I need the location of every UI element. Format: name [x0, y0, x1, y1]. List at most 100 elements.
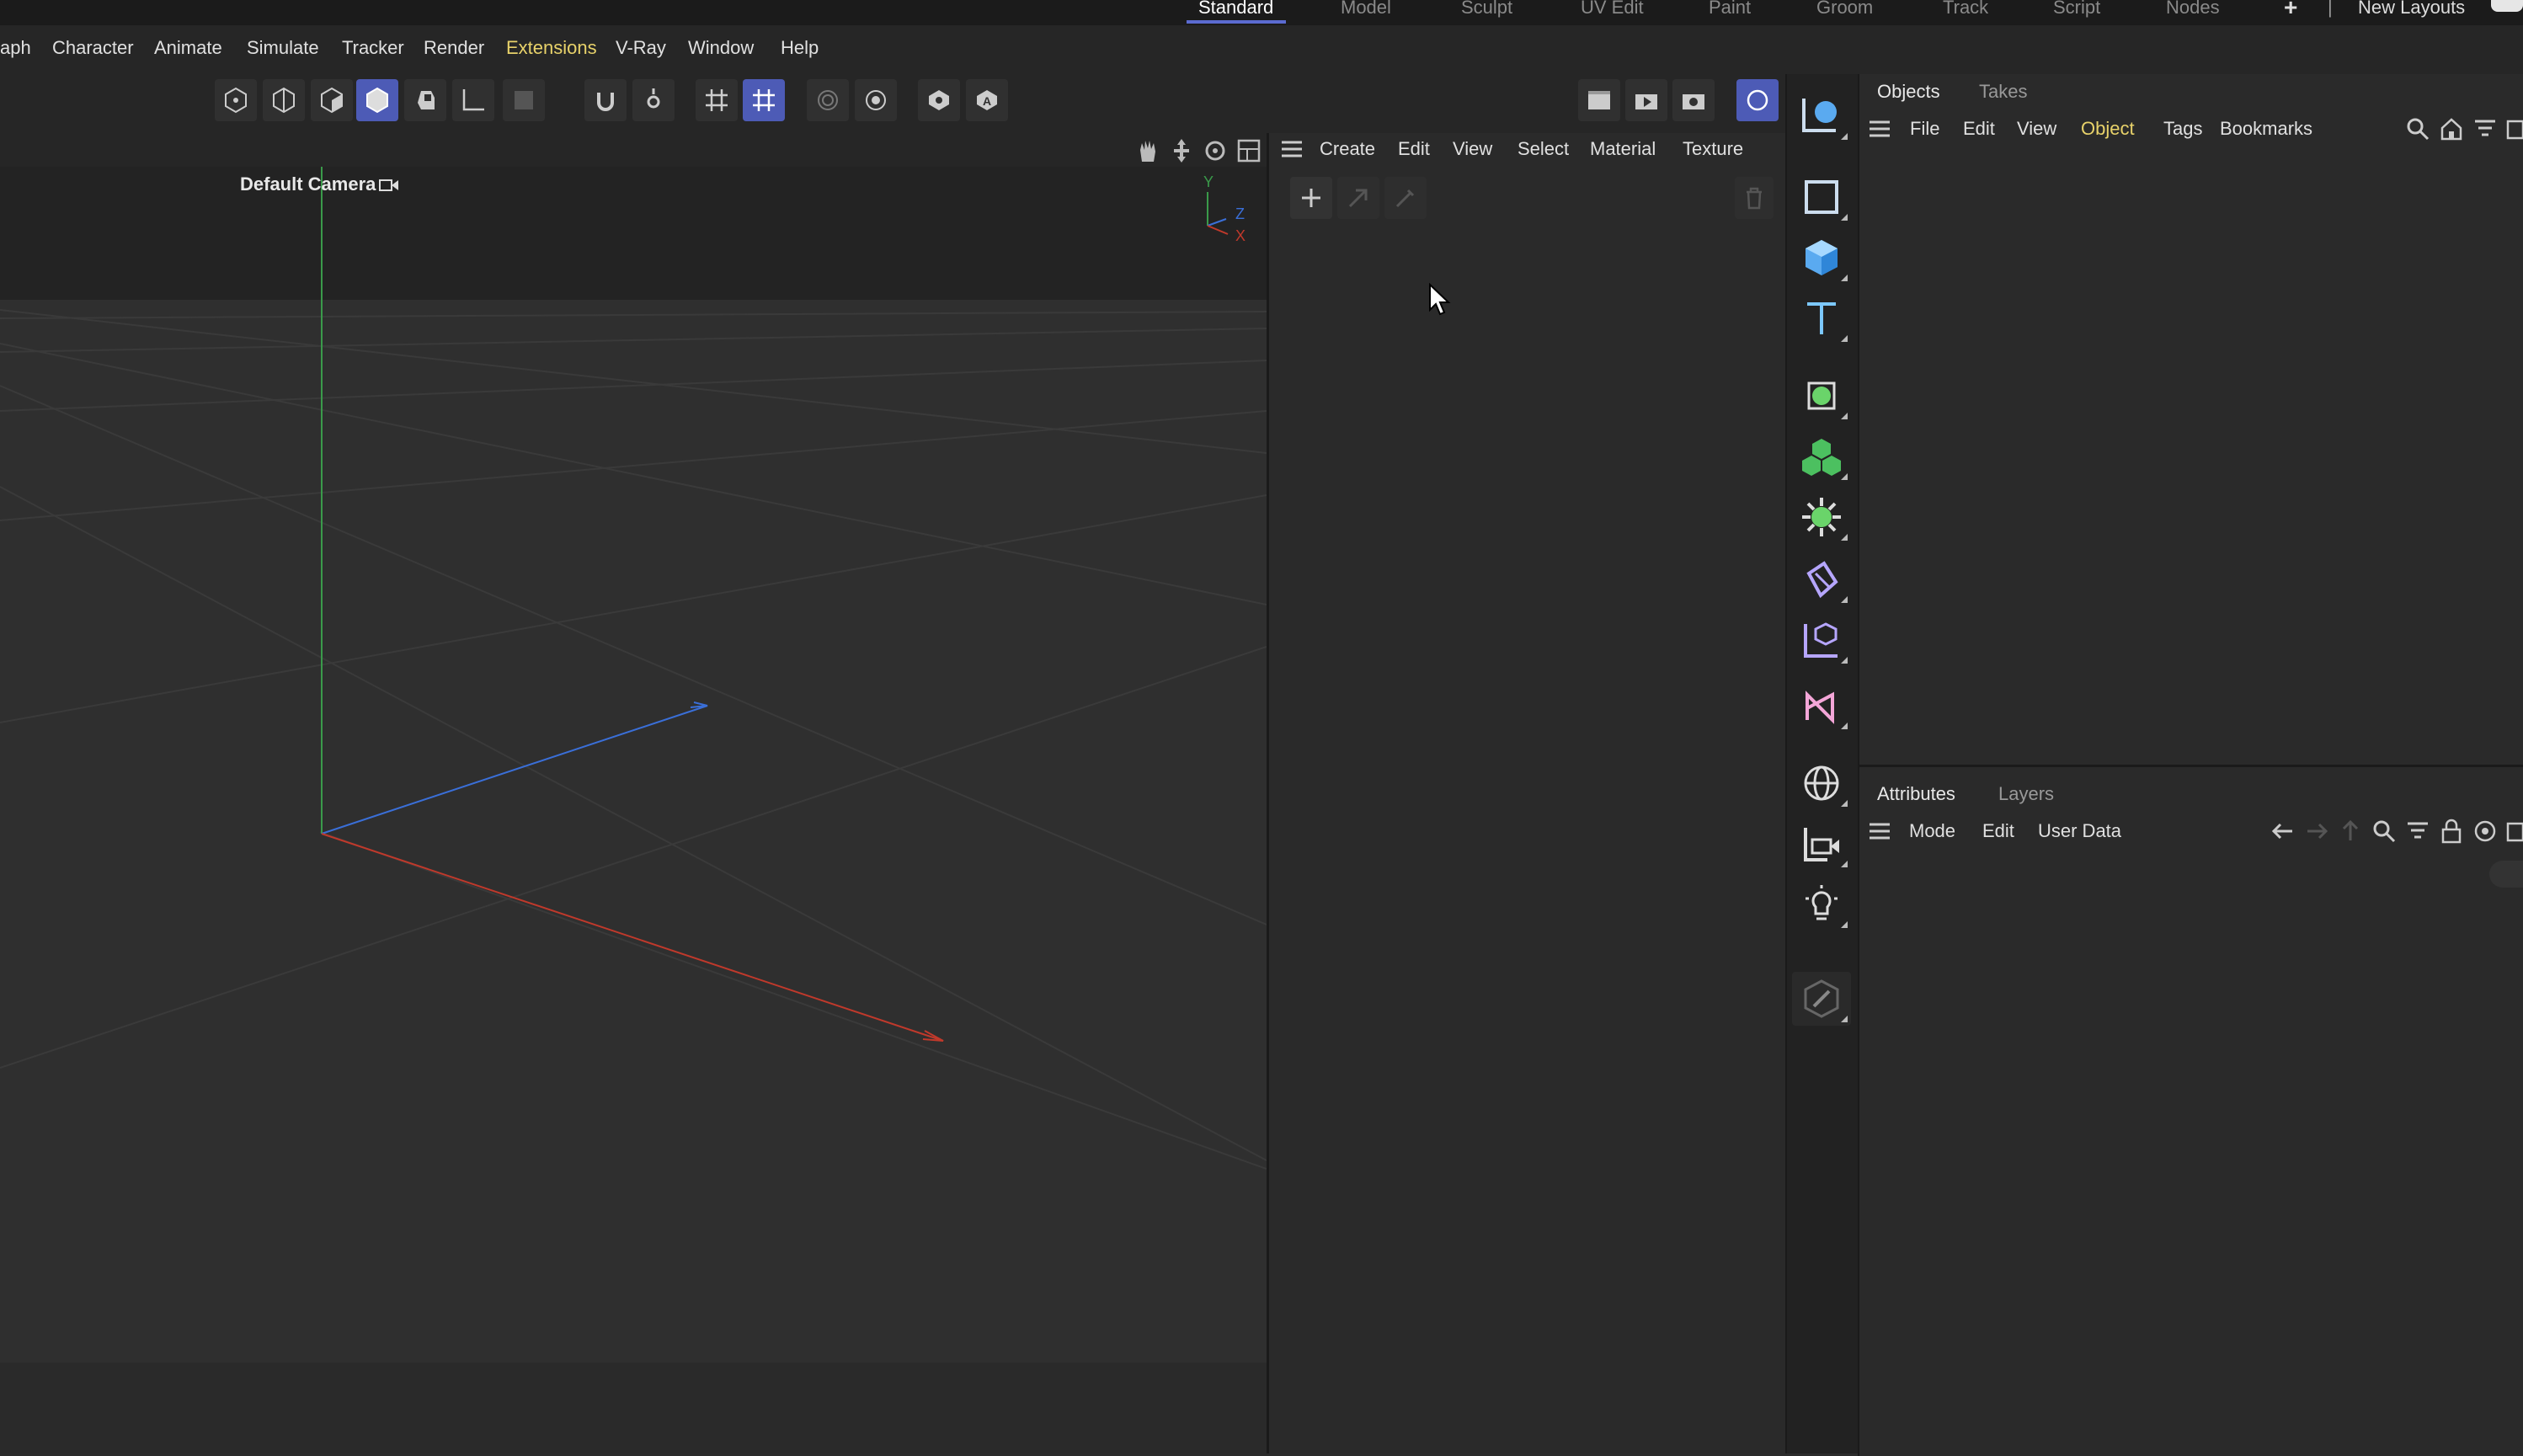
- gizmo-x-label: X: [1235, 227, 1246, 244]
- vray-render-icon[interactable]: [1736, 79, 1779, 121]
- obj-menu-tags[interactable]: Tags: [2163, 118, 2202, 140]
- camera-object-icon[interactable]: [1792, 817, 1851, 871]
- layout-tab-nodes[interactable]: Nodes: [2166, 0, 2220, 24]
- snap-magnet-icon[interactable]: [584, 79, 627, 121]
- text-tool-icon[interactable]: [1792, 291, 1851, 345]
- attr-new-window-icon[interactable]: [2504, 819, 2523, 844]
- obj-menu-view[interactable]: View: [2017, 118, 2056, 140]
- symmetry-icon[interactable]: [855, 79, 897, 121]
- points-mode-icon[interactable]: [215, 79, 257, 121]
- attr-scroll-handle[interactable]: [2489, 861, 2523, 888]
- render-settings-icon[interactable]: [1672, 79, 1715, 121]
- effector-icon[interactable]: [1792, 490, 1851, 544]
- rotate-camera-icon[interactable]: [1201, 136, 1229, 165]
- menu-help[interactable]: Help: [781, 37, 819, 59]
- viewport[interactable]: [0, 133, 1267, 1453]
- attr-filter-icon[interactable]: [2405, 819, 2430, 844]
- new-material-button[interactable]: [1290, 177, 1332, 219]
- axis-mode-icon[interactable]: [452, 79, 494, 121]
- viewport-solo-icon[interactable]: [918, 79, 960, 121]
- search-icon[interactable]: [2405, 116, 2430, 141]
- cloner-icon[interactable]: [1792, 429, 1851, 483]
- menu-vray[interactable]: V-Ray: [616, 37, 666, 59]
- tab-takes[interactable]: Takes: [1979, 81, 2027, 103]
- menu-animate[interactable]: Animate: [154, 37, 222, 59]
- mat-menu-select[interactable]: Select: [1518, 138, 1569, 160]
- texture-mode-icon[interactable]: [503, 79, 545, 121]
- soft-selection-icon[interactable]: [807, 79, 849, 121]
- tab-objects[interactable]: Objects: [1877, 81, 1940, 103]
- grid-icon[interactable]: [696, 79, 738, 121]
- pan-hand-icon[interactable]: [1133, 136, 1162, 165]
- menu-render[interactable]: Render: [424, 37, 484, 59]
- back-arrow-icon[interactable]: [2270, 819, 2296, 844]
- up-arrow-icon[interactable]: [2338, 819, 2363, 844]
- layout-tab-paint[interactable]: Paint: [1709, 0, 1751, 24]
- layout-tab-groom[interactable]: Groom: [1816, 0, 1873, 24]
- obj-menu-file[interactable]: File: [1910, 118, 1939, 140]
- target-icon[interactable]: [2472, 819, 2498, 844]
- light-icon[interactable]: [1792, 877, 1851, 931]
- attr-menu-edit[interactable]: Edit: [1982, 820, 2014, 842]
- render-view-icon[interactable]: [1578, 79, 1620, 121]
- workplane-grid-icon[interactable]: [743, 79, 785, 121]
- model-mode-icon[interactable]: [356, 79, 398, 121]
- layout-tab-sculpt[interactable]: Sculpt: [1461, 0, 1512, 24]
- tab-layers[interactable]: Layers: [1998, 783, 2054, 805]
- attributes-menu-icon[interactable]: [1868, 822, 1891, 840]
- environment-icon[interactable]: [1792, 756, 1851, 810]
- menu-graph[interactable]: aph: [0, 37, 31, 59]
- add-layout-button[interactable]: +: [2284, 0, 2297, 24]
- layout-tab-model[interactable]: Model: [1341, 0, 1391, 24]
- menu-window[interactable]: Window: [688, 37, 754, 59]
- menu-simulate[interactable]: Simulate: [247, 37, 319, 59]
- mat-menu-create[interactable]: Create: [1320, 138, 1375, 160]
- new-layouts-menu[interactable]: New Layouts: [2358, 0, 2465, 24]
- attr-menu-mode[interactable]: Mode: [1909, 820, 1955, 842]
- layout-tab-script[interactable]: Script: [2053, 0, 2100, 24]
- layout-tab-uv-edit[interactable]: UV Edit: [1581, 0, 1644, 24]
- obj-menu-object[interactable]: Object: [2081, 118, 2135, 140]
- delete-material-button[interactable]: [1735, 177, 1774, 219]
- mat-menu-edit[interactable]: Edit: [1398, 138, 1430, 160]
- filter-icon[interactable]: [2472, 116, 2498, 141]
- obj-menu-bookmarks[interactable]: Bookmarks: [2220, 118, 2312, 140]
- new-window-icon[interactable]: [2504, 116, 2523, 141]
- obj-menu-edit[interactable]: Edit: [1963, 118, 1995, 140]
- field-icon[interactable]: [1792, 613, 1851, 667]
- mat-menu-view[interactable]: View: [1453, 138, 1492, 160]
- auto-key-icon[interactable]: A: [966, 79, 1008, 121]
- forward-arrow-icon[interactable]: [2304, 819, 2329, 844]
- mat-menu-texture[interactable]: Texture: [1683, 138, 1743, 160]
- layout-toggle[interactable]: [2491, 0, 2523, 12]
- cube-icon[interactable]: [1792, 231, 1851, 285]
- layout-tab-track[interactable]: Track: [1943, 0, 1988, 24]
- maximize-view-icon[interactable]: [1235, 136, 1263, 165]
- attr-menu-user-data[interactable]: User Data: [2038, 820, 2121, 842]
- spline-pen-icon[interactable]: [1792, 679, 1851, 733]
- lock-icon[interactable]: [2439, 819, 2464, 844]
- home-icon[interactable]: [2439, 116, 2464, 141]
- sketch-tool-icon[interactable]: [1792, 972, 1851, 1026]
- tab-attributes[interactable]: Attributes: [1877, 783, 1955, 805]
- move-camera-icon[interactable]: [1167, 136, 1196, 165]
- snap-settings-icon[interactable]: [632, 79, 675, 121]
- objects-menu-icon[interactable]: [1868, 120, 1891, 138]
- attr-search-icon[interactable]: [2371, 819, 2397, 844]
- material-menu-icon[interactable]: [1280, 140, 1304, 158]
- render-to-picture-viewer-icon[interactable]: [1625, 79, 1667, 121]
- edges-mode-icon[interactable]: [263, 79, 305, 121]
- object-mode-icon[interactable]: [404, 79, 446, 121]
- subdivision-surface-icon[interactable]: [1792, 369, 1851, 423]
- camera-label[interactable]: Default Camera: [240, 173, 376, 195]
- rectangle-selection-icon[interactable]: [1792, 170, 1851, 224]
- menu-character[interactable]: Character: [52, 37, 134, 59]
- polygons-mode-icon[interactable]: [311, 79, 353, 121]
- eyedropper-button[interactable]: [1384, 177, 1427, 219]
- live-selection-icon[interactable]: [1792, 89, 1851, 143]
- apply-material-button[interactable]: [1337, 177, 1379, 219]
- deformer-icon[interactable]: [1792, 552, 1851, 606]
- menu-tracker[interactable]: Tracker: [342, 37, 404, 59]
- mat-menu-material[interactable]: Material: [1590, 138, 1656, 160]
- menu-extensions[interactable]: Extensions: [506, 37, 597, 59]
